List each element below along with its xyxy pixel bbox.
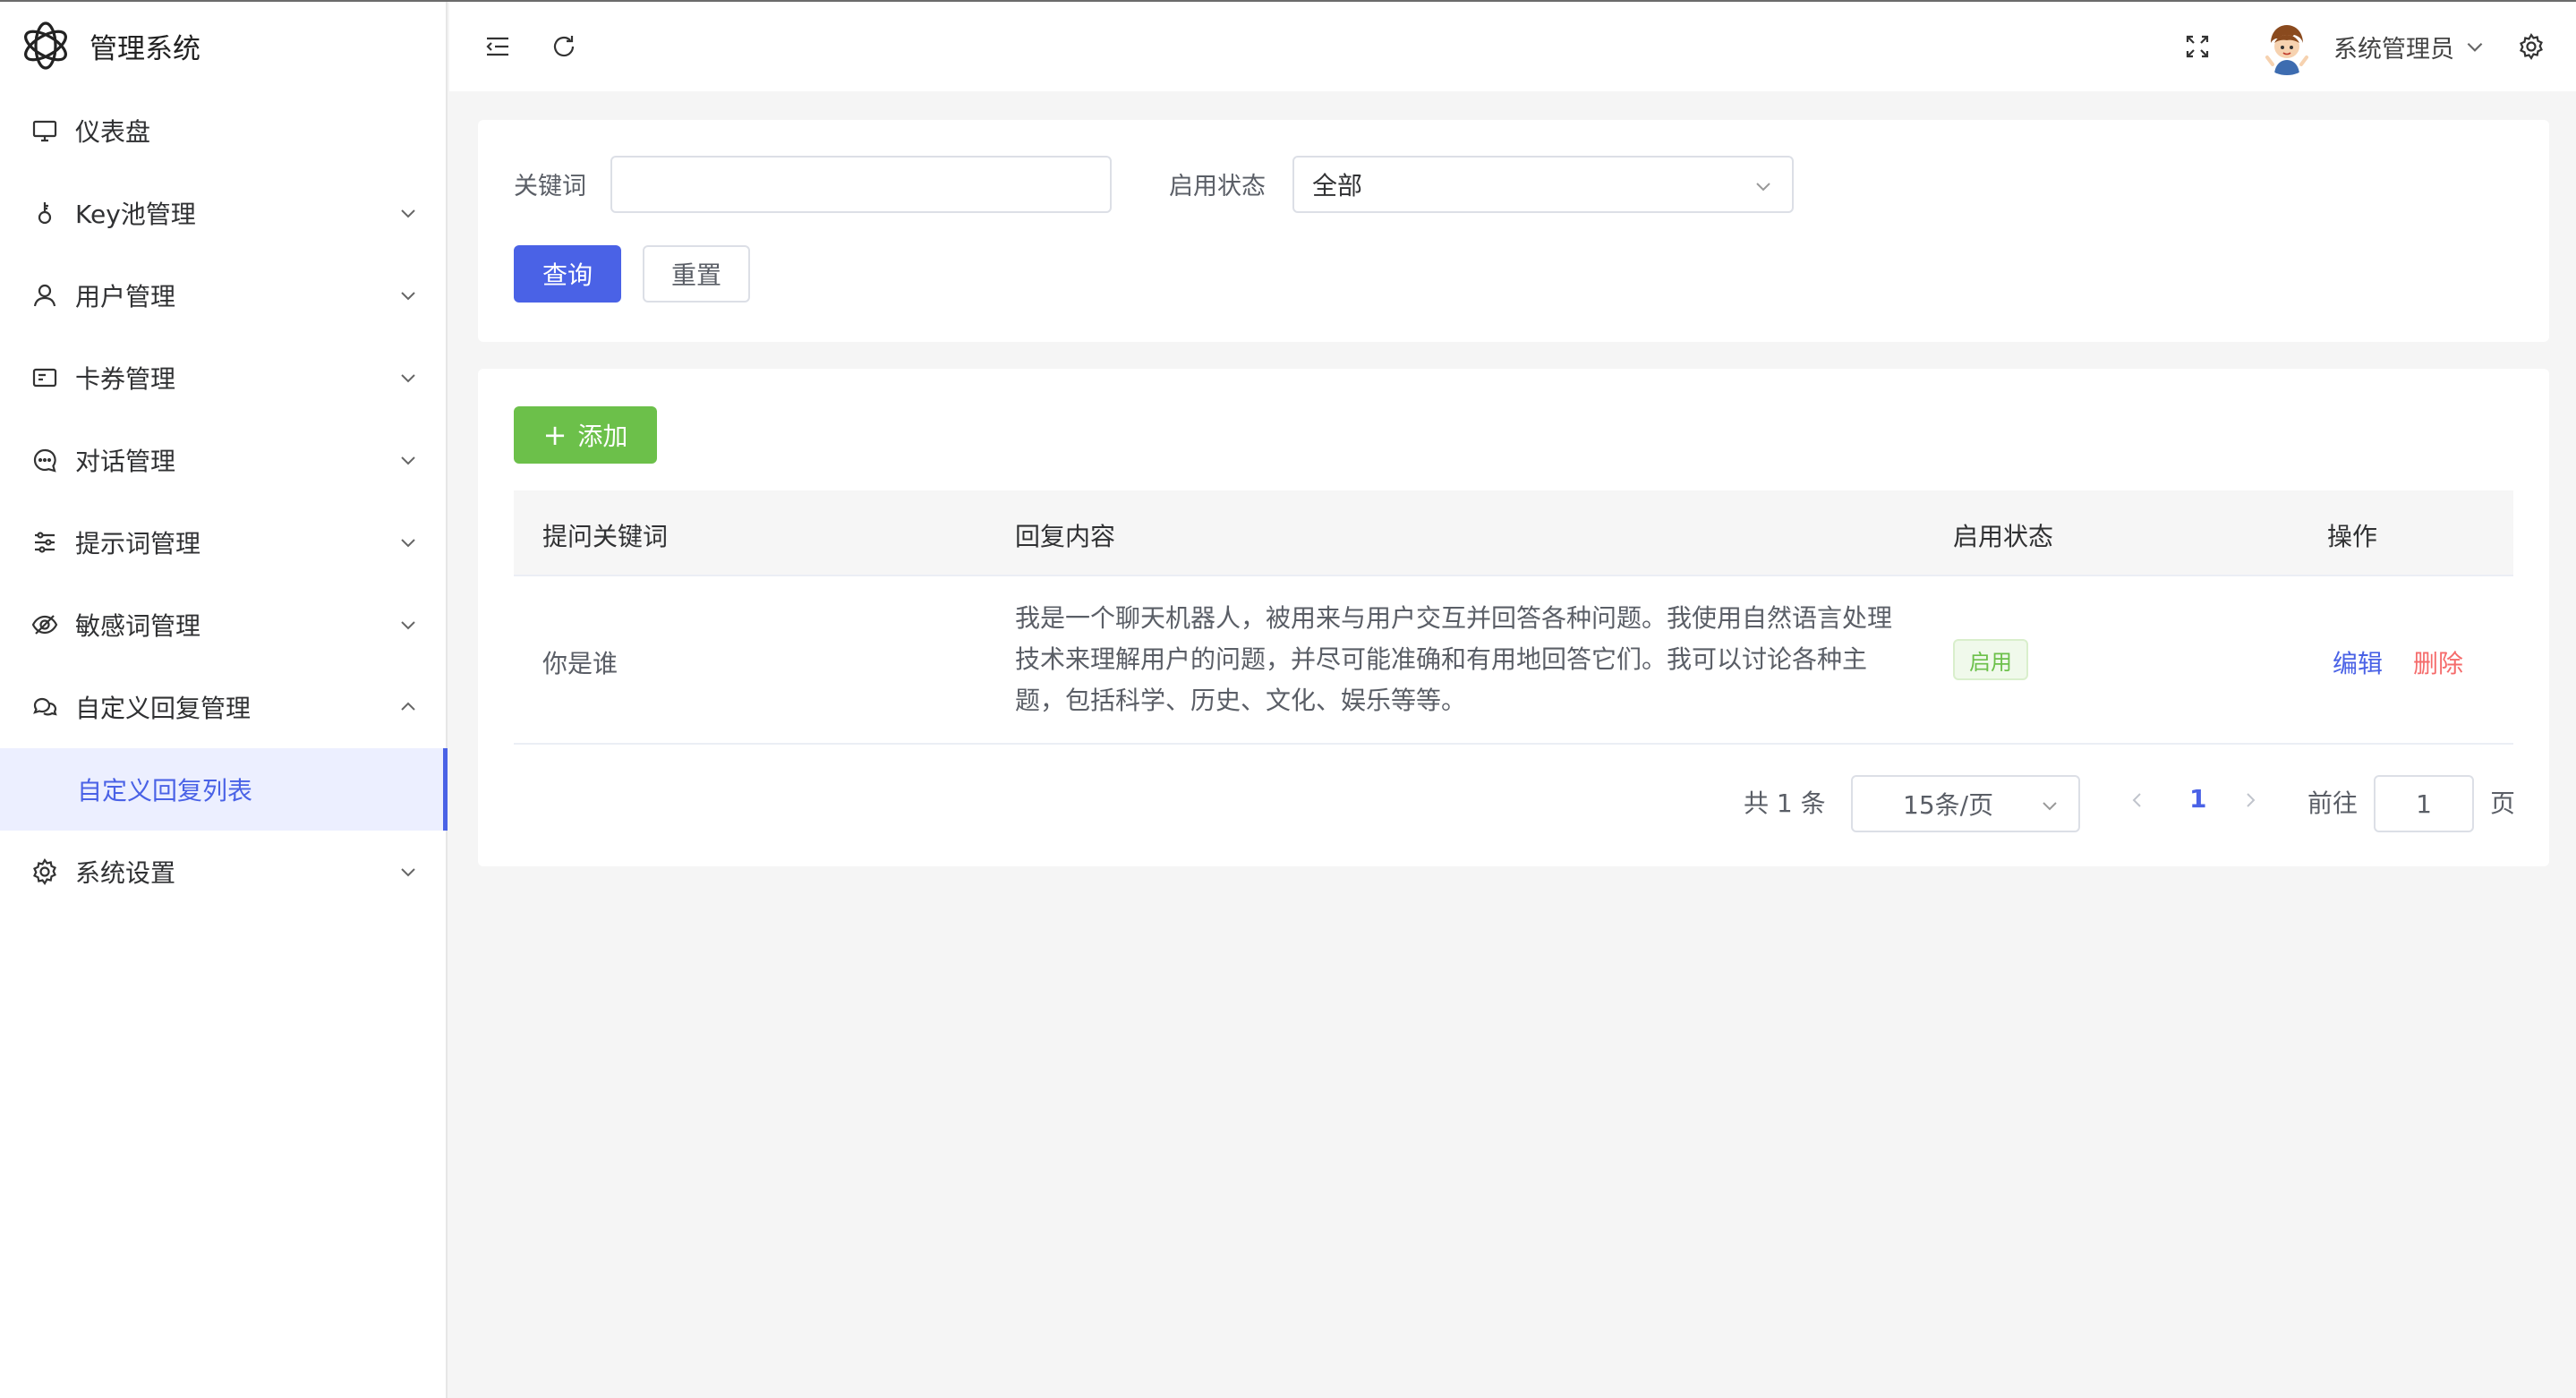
status-select[interactable]: 全部 (1292, 156, 1794, 213)
goto-label: 前往 (2307, 789, 2358, 818)
status-badge: 启用 (1953, 639, 2028, 680)
monitor-icon (29, 115, 61, 147)
goto-page-input[interactable]: 1 (2374, 775, 2474, 832)
page-size-value: 15条/页 (1903, 790, 1994, 820)
chevron-down-icon[interactable] (2463, 35, 2486, 58)
key-icon (29, 197, 61, 229)
card-icon (29, 362, 61, 394)
eye-off-icon (29, 609, 61, 641)
column-header-reply: 回复内容 (1015, 522, 1116, 551)
chevron-down-icon (401, 374, 415, 383)
column-header-status: 启用状态 (1953, 522, 2054, 551)
delete-link[interactable]: 删除 (2413, 644, 2463, 680)
pagination-current-page[interactable]: 1 (2189, 784, 2206, 814)
sidebar-item-custom-replies[interactable]: 自定义回复管理 (0, 666, 446, 748)
sidebar-item-conversations[interactable]: 对话管理 (0, 419, 446, 501)
chevron-down-icon (1756, 183, 1770, 192)
row-reply: 我是一个聊天机器人，被用来与用户交互并回答各种问题。我使用自然语言处理 技术来理… (1015, 598, 1910, 721)
chevron-down-icon (401, 456, 415, 465)
sidebar-item-sensitive-words[interactable]: 敏感词管理 (0, 584, 446, 666)
sidebar-item-users[interactable]: 用户管理 (0, 254, 446, 337)
chevron-right-icon[interactable] (2239, 789, 2261, 811)
reset-button[interactable]: 重置 (643, 245, 750, 303)
table-row: 你是谁 我是一个聊天机器人，被用来与用户交互并回答各种问题。我使用自然语言处理 … (514, 576, 2513, 745)
sidebar: 管理系统 仪表盘 Key池管理 用户管理 卡券管理 对话管理 提示词管理 敏感词… (0, 2, 448, 1398)
username[interactable]: 系统管理员 (2333, 30, 2454, 64)
pagination-total: 共 1 条 (1744, 789, 1826, 818)
keyword-input[interactable] (610, 156, 1112, 213)
row-reply-line: 题，包括科学、历史、文化、娱乐等等。 (1015, 686, 1467, 715)
avatar[interactable] (2258, 18, 2316, 75)
chevron-up-icon (401, 702, 415, 711)
openai-logo-icon (24, 21, 67, 70)
chat-icon (29, 444, 61, 476)
sliders-icon (29, 526, 61, 558)
sidebar-item-label: 卡券管理 (75, 364, 176, 394)
sidebar-item-label: 用户管理 (75, 282, 176, 311)
gear-icon (29, 856, 61, 888)
sidebar-item-prompts[interactable]: 提示词管理 (0, 501, 446, 584)
sidebar-item-label: 自定义回复管理 (75, 694, 252, 723)
sidebar-item-label: 敏感词管理 (75, 611, 201, 641)
plus-icon: + (542, 418, 567, 452)
row-reply-line: 我是一个聊天机器人，被用来与用户交互并回答各种问题。我使用自然语言处理 (1015, 603, 1893, 633)
chevron-down-icon (401, 868, 415, 877)
edit-link[interactable]: 编辑 (2333, 644, 2383, 680)
sidebar-item-label: 仪表盘 (75, 117, 151, 147)
refresh-icon[interactable] (546, 29, 582, 64)
page-unit-label: 页 (2490, 789, 2516, 818)
table-panel: + 添加 提问关键词 回复内容 启用状态 操作 你是谁 我是一个聊天机器人，被用… (478, 369, 2549, 866)
chevron-down-icon (401, 621, 415, 630)
chevron-left-icon[interactable] (2127, 789, 2148, 811)
fullscreen-icon[interactable] (2179, 29, 2215, 64)
status-label: 启用状态 (1169, 173, 1266, 200)
chevron-down-icon (401, 292, 415, 301)
column-header-actions: 操作 (2327, 522, 2378, 551)
sidebar-item-coupons[interactable]: 卡券管理 (0, 337, 446, 419)
sidebar-item-label: 对话管理 (75, 447, 176, 476)
settings-gear-icon[interactable] (2513, 29, 2549, 64)
collapse-menu-icon[interactable] (480, 29, 516, 64)
app-logo[interactable]: 管理系统 (0, 2, 446, 90)
sidebar-subitem-label: 自定义回复列表 (77, 776, 253, 806)
page-size-select[interactable]: 15条/页 (1851, 775, 2080, 832)
top-header: 系统管理员 (449, 2, 2576, 91)
chat-bubbles-icon (29, 691, 61, 723)
sidebar-item-label: 提示词管理 (75, 529, 201, 558)
user-icon (29, 279, 61, 311)
keyword-label: 关键词 (514, 173, 586, 200)
row-keyword: 你是谁 (542, 649, 618, 678)
chevron-down-icon (401, 539, 415, 548)
add-button-label: 添加 (577, 422, 628, 451)
sidebar-item-key-pool[interactable]: Key池管理 (0, 172, 446, 254)
row-reply-line: 技术来理解用户的问题，并尽可能准确和有用地回答它们。我可以讨论各种主 (1015, 644, 1868, 674)
chevron-down-icon (401, 209, 415, 218)
sidebar-item-label: 系统设置 (75, 858, 176, 888)
app-title: 管理系统 (90, 32, 200, 65)
table-header: 提问关键词 回复内容 启用状态 操作 (514, 490, 2513, 576)
query-button[interactable]: 查询 (514, 245, 621, 303)
add-button[interactable]: + 添加 (514, 406, 657, 464)
column-header-keyword: 提问关键词 (542, 522, 669, 551)
search-panel: 关键词 启用状态 全部 查询 重置 (478, 120, 2549, 342)
sidebar-item-label: Key池管理 (75, 200, 196, 229)
goto-page-value: 1 (2416, 789, 2432, 819)
sidebar-item-dashboard[interactable]: 仪表盘 (0, 90, 446, 172)
sidebar-subitem-custom-reply-list[interactable]: 自定义回复列表 (0, 748, 448, 831)
status-select-value: 全部 (1312, 171, 1363, 200)
chevron-down-icon (2043, 802, 2057, 811)
sidebar-item-settings[interactable]: 系统设置 (0, 831, 446, 913)
